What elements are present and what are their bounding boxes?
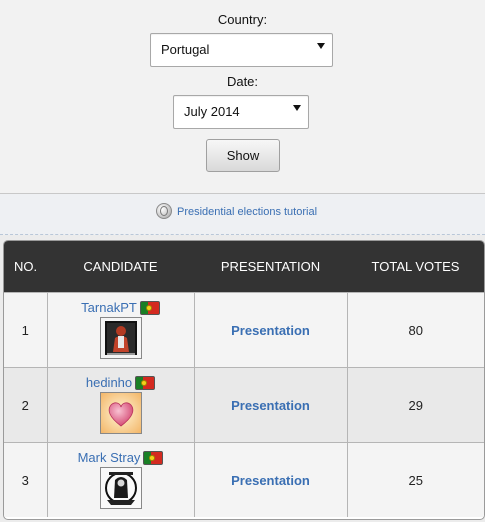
tutorial-link[interactable]: Presidential elections tutorial <box>156 203 318 222</box>
country-select-value: Portugal <box>161 42 210 57</box>
row-number: 3 <box>4 442 48 517</box>
presentation-cell: Presentation <box>194 367 348 443</box>
candidate-cell: TarnakPT <box>47 292 195 368</box>
results-table: NO. CANDIDATE PRESENTATION TOTAL VOTES 1… <box>4 241 484 517</box>
candidate-name-link[interactable]: TarnakPT <box>81 300 137 315</box>
portugal-flag-icon <box>135 375 156 390</box>
country-select[interactable]: Portugal <box>150 33 333 67</box>
row-number: 2 <box>4 367 48 443</box>
chevron-down-icon <box>293 105 301 111</box>
votes-cell: 80 <box>347 292 484 368</box>
table-row: 1 TarnakPT Presentation 80 <box>4 292 484 368</box>
portugal-flag-icon <box>143 450 164 465</box>
candidate-cell: Mark Stray <box>47 442 195 517</box>
candidate-name-link[interactable]: Mark Stray <box>78 450 141 465</box>
date-select-value: July 2014 <box>184 104 240 119</box>
tutorial-link-text: Presidential elections tutorial <box>177 206 318 218</box>
votes-cell: 25 <box>347 442 484 517</box>
candidate-cell: hedinho <box>47 367 195 443</box>
votes-cell: 29 <box>347 367 484 443</box>
date-select[interactable]: July 2014 <box>173 95 309 129</box>
country-label: Country: <box>217 12 268 27</box>
filter-panel: Country: Portugal Date: July 2014 Show <box>0 0 485 194</box>
show-button[interactable]: Show <box>206 139 280 172</box>
table-row: 3 Mark Stray Presentation 25 <box>4 442 484 517</box>
table-row: 2 hedinho Presentation 29 <box>4 367 484 443</box>
presentation-cell: Presentation <box>194 292 348 368</box>
candidate-avatar[interactable] <box>99 392 142 434</box>
candidate-avatar[interactable] <box>99 317 142 359</box>
presentation-link[interactable]: Presentation <box>231 398 310 413</box>
header-total-votes: TOTAL VOTES <box>347 241 484 293</box>
candidate-name-link[interactable]: hedinho <box>86 375 132 390</box>
presentation-link[interactable]: Presentation <box>231 473 310 488</box>
presentation-link[interactable]: Presentation <box>231 323 310 338</box>
chevron-down-icon <box>317 43 325 49</box>
row-number: 1 <box>4 292 48 368</box>
candidate-avatar[interactable] <box>99 467 142 509</box>
header-candidate: CANDIDATE <box>47 241 194 293</box>
portugal-flag-icon <box>139 300 160 315</box>
tutorial-bar: Presidential elections tutorial <box>0 194 485 235</box>
presentation-cell: Presentation <box>194 442 348 517</box>
header-presentation: PRESENTATION <box>194 241 347 293</box>
globe-icon <box>156 203 172 219</box>
table-header-row: NO. CANDIDATE PRESENTATION TOTAL VOTES <box>4 241 484 293</box>
results-table-container: NO. CANDIDATE PRESENTATION TOTAL VOTES 1… <box>3 240 485 520</box>
header-no: NO. <box>4 241 47 293</box>
date-label: Date: <box>226 74 259 89</box>
